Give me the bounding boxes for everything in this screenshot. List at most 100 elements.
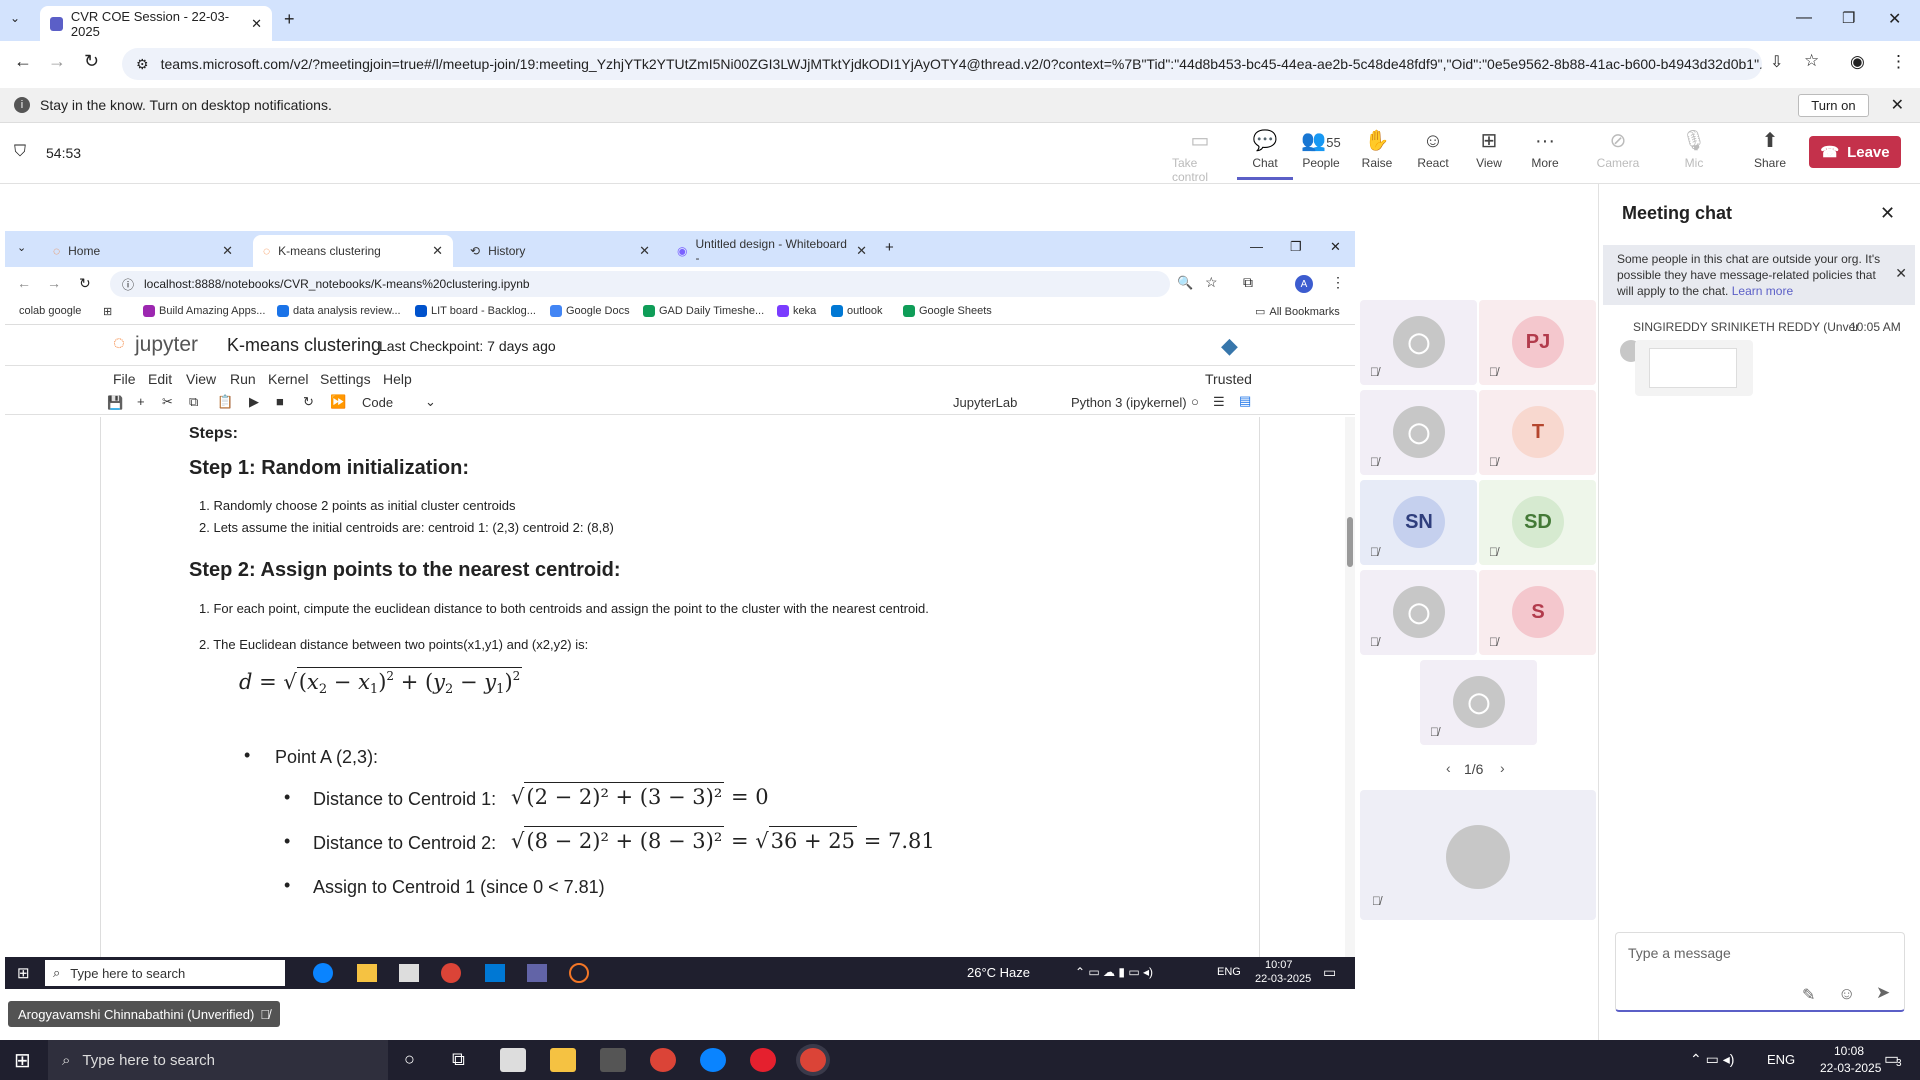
new-tab-icon[interactable]: + <box>284 9 295 30</box>
language[interactable]: ENG <box>1767 1052 1795 1067</box>
install-icon[interactable]: ⇩ <box>1770 52 1783 72</box>
menu-edit: Edit <box>148 371 173 387</box>
reload-icon[interactable]: ↻ <box>84 51 99 72</box>
close-chat-icon[interactable]: ✕ <box>1880 203 1895 224</box>
clock-time[interactable]: 10:08 <box>1834 1044 1864 1058</box>
tray-icons[interactable]: ⌃ ▭ ◂) <box>1690 1051 1734 1068</box>
participant-tile[interactable]: ◯ 🎙̸ <box>1360 300 1477 385</box>
maximize-icon[interactable]: ❐ <box>1842 9 1855 27</box>
profile-icon[interactable]: ◉ <box>1850 52 1865 72</box>
shared-screen: ⌄ ◌ Home ✕ ◌ K-means clustering ✕ ⟲ History ✕ … <box>5 231 1355 989</box>
participant-tile[interactable]: PJ 🎙̸ <box>1479 300 1596 385</box>
close-icon: ✕ <box>639 243 650 258</box>
turn-on-button[interactable]: Turn on <box>1798 93 1869 117</box>
format-icon[interactable]: ✎ <box>1802 985 1815 1005</box>
participant-tile[interactable]: SD 🎙̸ <box>1479 480 1596 565</box>
store-icon[interactable] <box>600 1048 626 1072</box>
cortana-icon[interactable]: ○ <box>404 1049 415 1070</box>
cut-icon: ✂ <box>162 394 173 409</box>
clock-date[interactable]: 22-03-2025 <box>1820 1061 1881 1075</box>
edge-icon[interactable] <box>700 1048 726 1072</box>
tab-list-icon[interactable]: ⌄ <box>10 11 20 25</box>
close-icon[interactable]: ✕ <box>1895 265 1907 281</box>
site-info-icon[interactable]: ⚙ <box>136 56 149 73</box>
close-icon[interactable]: ✕ <box>251 16 262 32</box>
participant-tile[interactable]: T 🎙̸ <box>1479 390 1596 475</box>
close-icon[interactable]: ✕ <box>1891 95 1904 115</box>
bookmark: keka <box>777 305 816 317</box>
menu-icon: ⋮ <box>1331 274 1345 290</box>
chat-button[interactable]: 💬 Chat <box>1237 130 1293 180</box>
back-icon: ← <box>17 275 31 291</box>
menu-icon[interactable]: ⋮ <box>1890 52 1907 72</box>
mic-button[interactable]: 🎙 Mic <box>1666 130 1722 180</box>
inner-taskbar: ⊞ ⌕ Type here to search 26°C Haze ⌃ ▭ ☁ ▮… <box>5 957 1355 989</box>
raise-button[interactable]: ✋ Raise <box>1349 130 1405 180</box>
site-info-icon: ⓘ <box>122 277 135 292</box>
edge-icon <box>313 963 333 983</box>
menu-help: Help <box>383 371 412 387</box>
tab-active[interactable]: CVR COE Session - 22-03-2025 ✕ <box>40 6 272 41</box>
paste-icon: 📋 <box>217 394 234 409</box>
participant-tile[interactable]: SN 🎙̸ <box>1360 480 1477 565</box>
kernel-status-icon: ○ <box>1191 394 1199 409</box>
mic-off-icon: 🎙̸ <box>260 1006 271 1022</box>
bookmark-icon <box>277 305 289 317</box>
share-button[interactable]: ⬆ Share <box>1742 130 1798 180</box>
forward-icon[interactable]: → <box>48 51 66 72</box>
person-icon: ◯ <box>1393 586 1445 638</box>
new-tab-icon: + <box>885 239 894 256</box>
participant-tile[interactable]: ◯ 🎙̸ <box>1360 570 1477 655</box>
bookmark-star-icon[interactable]: ☆ <box>1804 51 1819 71</box>
take-control-button[interactable]: ▭ Take control <box>1172 130 1228 184</box>
emoji-icon[interactable]: ☺ <box>1838 984 1855 1004</box>
task-view-icon[interactable]: ⧉ <box>452 1049 465 1070</box>
react-button[interactable]: ☺ React <box>1405 130 1461 180</box>
page-prev-icon[interactable]: ‹ <box>1446 760 1451 776</box>
back-icon[interactable]: ← <box>14 51 32 72</box>
mail-icon[interactable] <box>500 1048 526 1072</box>
distance1-label: Distance to Centroid 1: <box>313 789 497 809</box>
folder-icon[interactable] <box>550 1048 576 1072</box>
chrome-active-icon[interactable] <box>800 1048 826 1072</box>
participant-tile[interactable]: S 🎙̸ <box>1479 570 1596 655</box>
cell-type-select: Code <box>362 395 394 410</box>
person-icon: ◯ <box>1453 676 1505 728</box>
learn-more-link[interactable]: Learn more <box>1732 284 1793 298</box>
minimize-icon[interactable]: — <box>1796 9 1812 27</box>
close-window-icon[interactable]: ✕ <box>1888 9 1901 29</box>
canva-icon: ◉ <box>677 244 688 258</box>
stop-icon: ■ <box>276 394 284 409</box>
self-video-tile[interactable]: 🎙̸ <box>1360 790 1596 920</box>
more-button[interactable]: ··· More <box>1517 130 1573 180</box>
opera-icon[interactable] <box>750 1048 776 1072</box>
view-button[interactable]: ⊞ View <box>1461 130 1517 180</box>
participant-tile[interactable]: ◯ 🎙̸ <box>1420 660 1537 745</box>
kernel-name: Python 3 (ipykernel) <box>1071 395 1187 410</box>
list-item: 2. Lets assume the initial centroids are… <box>199 520 614 535</box>
participant-tile[interactable]: ◯ 🎙̸ <box>1360 390 1477 475</box>
reload-icon: ↻ <box>79 275 91 291</box>
camera-button[interactable]: ⊘ Camera <box>1590 130 1646 180</box>
jupyter-icon <box>569 963 589 983</box>
inner-tab-kmeans: ◌ K-means clustering ✕ <box>253 235 453 267</box>
windows-icon[interactable]: ⊞ <box>14 1048 31 1073</box>
meeting-timer: 54:53 <box>46 145 82 161</box>
inner-url-field: ⓘ localhost:8888/notebooks/CVR_notebooks/… <box>110 271 1170 297</box>
menu-run: Run <box>230 371 256 387</box>
mic-off-icon: 🎙̸ <box>1372 894 1381 908</box>
page-next-icon[interactable]: › <box>1500 760 1505 776</box>
person-icon: ◯ <box>1393 316 1445 368</box>
chrome-icon[interactable] <box>650 1048 676 1072</box>
message-input[interactable]: Type a message <box>1628 945 1731 961</box>
people-button[interactable]: 👥55 People <box>1293 130 1349 180</box>
message-attachment[interactable] <box>1635 340 1753 396</box>
url-field[interactable]: ⚙ teams.microsoft.com/v2/?meetingjoin=tr… <box>122 48 1762 80</box>
fast-forward-icon: ⏩ <box>330 394 347 409</box>
leave-button[interactable]: ☎ Leave <box>1809 136 1901 168</box>
taskbar-search[interactable]: ⌕ Type here to search <box>48 1040 388 1080</box>
message-composer[interactable]: Type a message ✎ ☺ ➤ <box>1615 932 1905 1012</box>
send-icon[interactable]: ➤ <box>1876 983 1890 1003</box>
notebook-title: K-means clustering <box>227 335 382 355</box>
url-text: teams.microsoft.com/v2/?meetingjoin=true… <box>160 56 1762 72</box>
